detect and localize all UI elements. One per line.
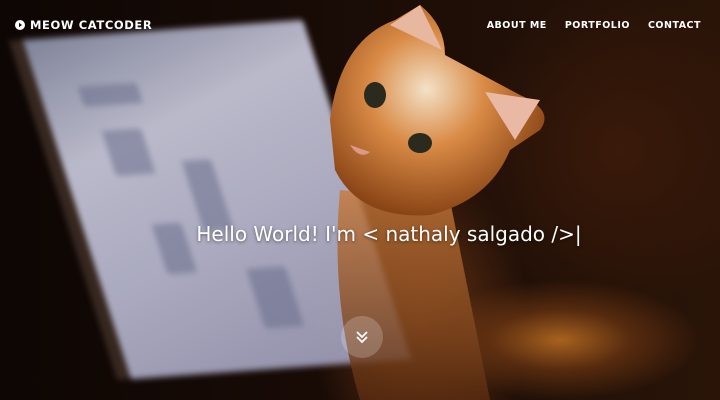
hero-headline: Hello World! I'm < nathaly salgado />| xyxy=(196,222,582,246)
play-circle-icon xyxy=(15,20,25,30)
nav-link-contact[interactable]: CONTACT xyxy=(648,20,701,31)
kitten-image xyxy=(330,5,545,400)
hero-section: MEOW CATCODER ABOUT ME PORTFOLIO CONTACT… xyxy=(0,0,720,400)
nav-link-about-me[interactable]: ABOUT ME xyxy=(487,20,547,31)
scroll-down-button[interactable] xyxy=(341,316,383,358)
double-chevron-down-icon xyxy=(356,331,368,344)
top-navbar: MEOW CATCODER ABOUT ME PORTFOLIO CONTACT xyxy=(0,0,720,50)
nav-link-portfolio[interactable]: PORTFOLIO xyxy=(565,20,630,31)
brand-name: MEOW CATCODER xyxy=(30,18,153,32)
brand-logo[interactable]: MEOW CATCODER xyxy=(15,18,152,32)
